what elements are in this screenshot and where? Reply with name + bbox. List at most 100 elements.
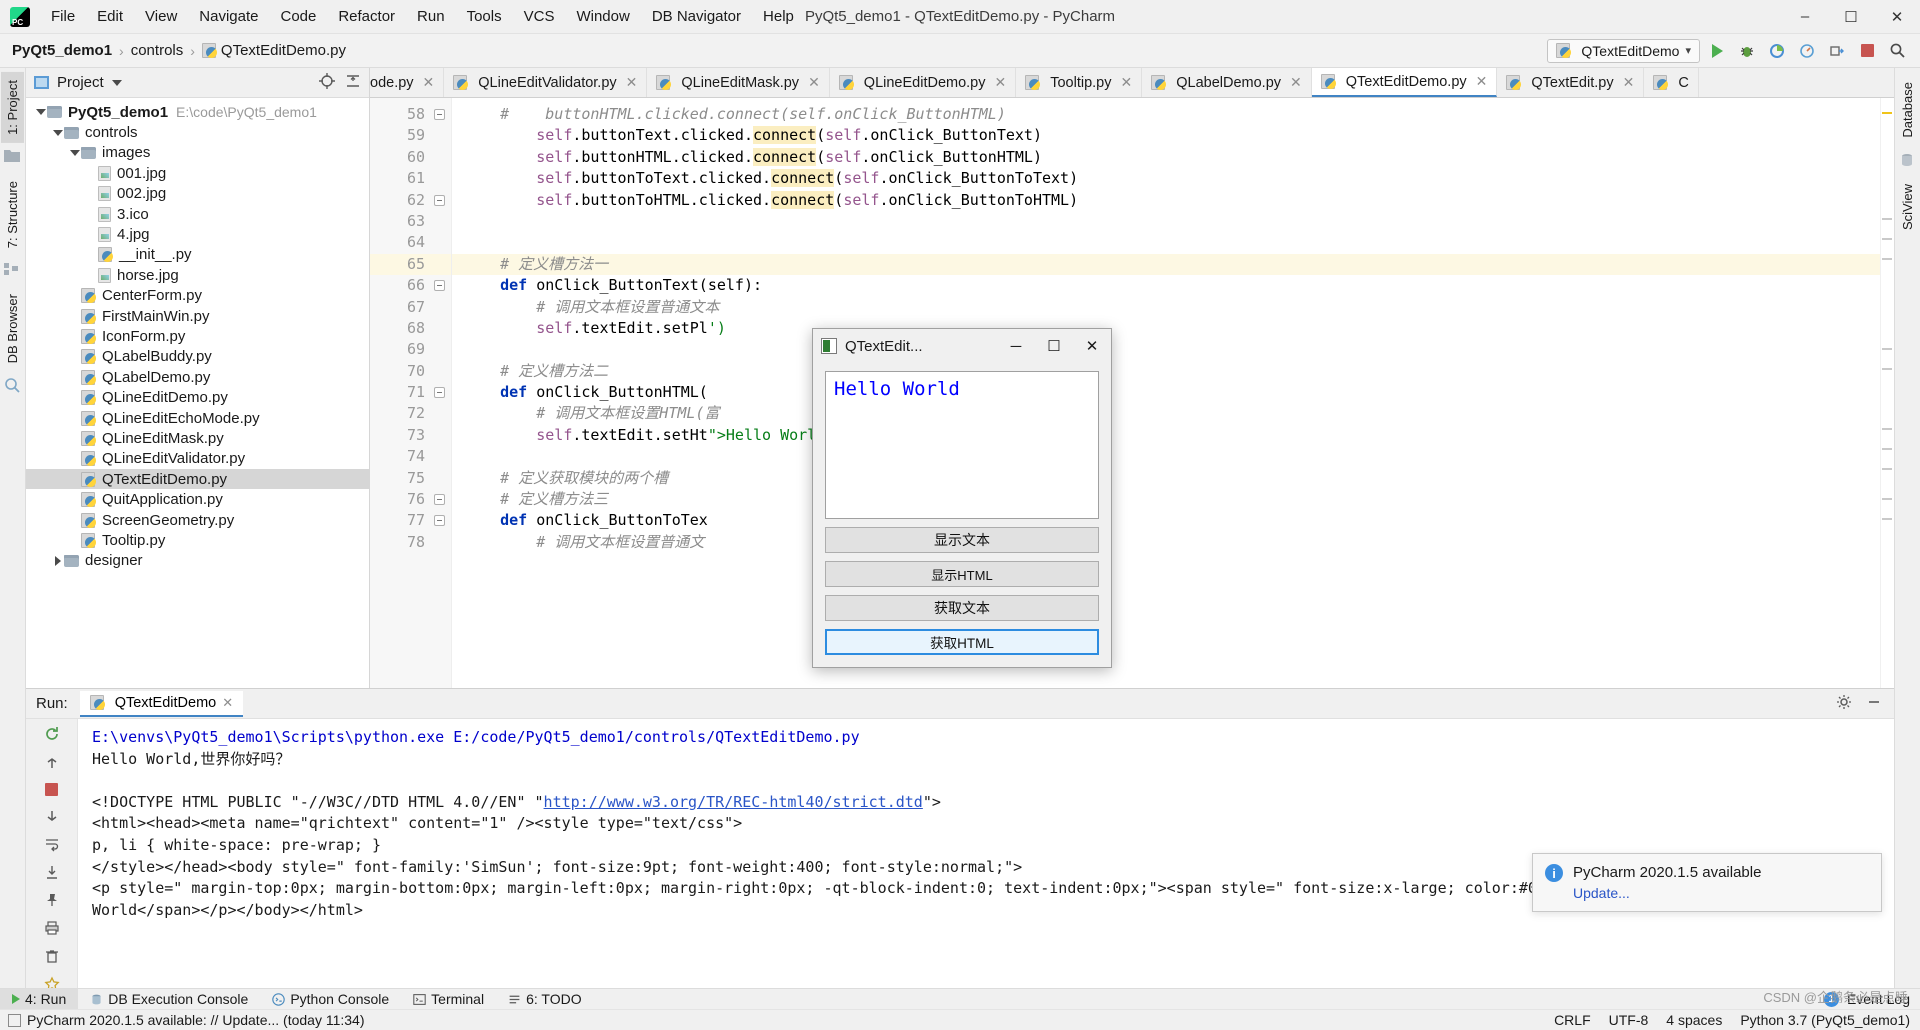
- code-line[interactable]: [452, 232, 1880, 253]
- code-fold-icon[interactable]: [434, 494, 445, 506]
- tree-item-horse-jpg[interactable]: horse.jpg: [26, 265, 369, 285]
- scroll-down-icon[interactable]: [41, 808, 63, 824]
- line-number[interactable]: 61: [370, 168, 451, 189]
- project-view-chevron-down-icon[interactable]: [111, 79, 122, 86]
- debug-button[interactable]: [1734, 38, 1760, 64]
- search-everywhere-button[interactable]: [1884, 38, 1910, 64]
- menu-run[interactable]: Run: [406, 4, 456, 29]
- editor-tab-qlabeldemo-py[interactable]: QLabelDemo.py ✕: [1142, 68, 1312, 97]
- editor-tab-qtextedit-py[interactable]: QTextEdit.py ✕: [1497, 68, 1645, 97]
- qtextedit-demo-dialog[interactable]: QTextEdit... ─ ☐ ✕ Hello World 显示文本 显示HT…: [812, 328, 1112, 668]
- code-line[interactable]: # 调用文本框设置普通文本: [452, 297, 1880, 318]
- trash-icon[interactable]: [41, 948, 63, 964]
- collapse-all-icon[interactable]: [345, 73, 361, 93]
- console-url-link[interactable]: http://www.w3.org/TR/REC-html40/strict.d…: [544, 793, 923, 811]
- tree-item-001-jpg[interactable]: 001.jpg: [26, 163, 369, 183]
- code-fold-icon[interactable]: [434, 387, 445, 399]
- soft-wrap-icon[interactable]: [41, 836, 63, 852]
- menu-edit[interactable]: Edit: [86, 4, 134, 29]
- tree-item-controls[interactable]: controls: [26, 122, 369, 142]
- run-hide-icon[interactable]: [1866, 694, 1882, 714]
- tree-item-002-jpg[interactable]: 002.jpg: [26, 184, 369, 204]
- menu-vcs[interactable]: VCS: [513, 4, 566, 29]
- menu-tools[interactable]: Tools: [456, 4, 513, 29]
- code-line[interactable]: self.buttonToHTML.clicked.connect(self.o…: [452, 190, 1880, 211]
- print-icon[interactable]: [41, 920, 63, 936]
- tree-item-qlineeditechomode-py[interactable]: QLineEditEchoMode.py: [26, 408, 369, 428]
- line-number[interactable]: 60: [370, 147, 451, 168]
- code-line[interactable]: # 调用文本框设置普通文: [452, 532, 1880, 553]
- stop-icon[interactable]: [41, 783, 63, 796]
- dialog-get-html-button[interactable]: 获取HTML: [825, 629, 1099, 655]
- close-icon[interactable]: ✕: [1623, 74, 1635, 91]
- rerun-icon[interactable]: [41, 725, 63, 743]
- line-number[interactable]: 74: [370, 446, 451, 467]
- line-number[interactable]: 59: [370, 125, 451, 146]
- tree-item-pyqt5-demo1[interactable]: PyQt5_demo1 E:\code\PyQt5_demo1: [26, 102, 369, 122]
- close-icon[interactable]: ✕: [1476, 73, 1488, 90]
- code-line[interactable]: # 调用文本框设置HTML(富: [452, 403, 1880, 424]
- dialog-get-text-button[interactable]: 获取文本: [825, 595, 1099, 621]
- bottom-tab-python-console[interactable]: Python Console: [260, 989, 401, 1010]
- code-fold-icon[interactable]: [434, 194, 445, 206]
- encoding-indicator[interactable]: UTF-8: [1609, 1012, 1649, 1028]
- tree-item-4-jpg[interactable]: 4.jpg: [26, 224, 369, 244]
- notification-update-link[interactable]: Update...: [1573, 885, 1761, 901]
- close-icon[interactable]: ✕: [1290, 74, 1302, 91]
- dialog-maximize-button[interactable]: ☐: [1035, 329, 1073, 363]
- code-line[interactable]: # 定义槽方法三: [452, 489, 1880, 510]
- editor-tab-qtexteditdemo-py[interactable]: QTextEditDemo.py ✕: [1311, 68, 1498, 97]
- editor-tab-strip[interactable]: ode.py ✕ QLineEditValidator.py ✕ QLineEditMa…: [370, 68, 1894, 98]
- tree-item-quitapplication-py[interactable]: QuitApplication.py: [26, 489, 369, 509]
- code-line[interactable]: self.buttonText.clicked.connect(self.onC…: [452, 125, 1880, 146]
- tree-item-qlineeditmask-py[interactable]: QLineEditMask.py: [26, 428, 369, 448]
- menu-window[interactable]: Window: [565, 4, 640, 29]
- close-icon[interactable]: ✕: [1121, 74, 1133, 91]
- editor-tab-ode-py[interactable]: ode.py ✕: [370, 68, 445, 97]
- code-line[interactable]: self.textEdit.setPl'): [452, 318, 1880, 339]
- code-line[interactable]: # 定义槽方法二: [452, 361, 1880, 382]
- run-configuration-selector[interactable]: QTextEditDemo ▾: [1547, 38, 1700, 63]
- bottom-tab-run[interactable]: 4: Run: [0, 988, 79, 1010]
- line-number[interactable]: 67: [370, 297, 451, 318]
- run-button[interactable]: [1704, 38, 1730, 64]
- tree-item-qtexteditdemo-py[interactable]: QTextEditDemo.py: [26, 469, 369, 490]
- run-tab-qtexteditdemo[interactable]: QTextEditDemo ✕: [79, 690, 244, 717]
- tree-item-tooltip-py[interactable]: Tooltip.py: [26, 530, 369, 550]
- menu-navigate[interactable]: Navigate: [188, 4, 269, 29]
- chevron-right-icon[interactable]: [51, 555, 64, 566]
- editor-tab-qlineeditmask-py[interactable]: QLineEditMask.py ✕: [647, 68, 830, 97]
- line-number[interactable]: 69: [370, 339, 451, 360]
- menu-file[interactable]: File: [40, 4, 86, 29]
- close-icon[interactable]: ✕: [423, 74, 435, 91]
- tool-tab-project[interactable]: 1: Project: [1, 72, 24, 143]
- line-number[interactable]: 63: [370, 211, 451, 232]
- code-line[interactable]: [452, 446, 1880, 467]
- code-line[interactable]: self.textEdit.setHt">Hello World</font>'…: [452, 425, 1880, 446]
- code-line[interactable]: [452, 211, 1880, 232]
- code-fold-icon[interactable]: [434, 280, 445, 292]
- code-line[interactable]: # 定义获取模块的两个槽: [452, 468, 1880, 489]
- pin-icon[interactable]: [41, 892, 63, 908]
- chevron-down-icon[interactable]: [68, 149, 81, 156]
- attach-button[interactable]: [1824, 38, 1850, 64]
- close-icon[interactable]: ✕: [995, 74, 1007, 91]
- menu-db-navigator[interactable]: DB Navigator: [641, 4, 752, 29]
- profile-button[interactable]: [1794, 38, 1820, 64]
- tool-tab-db-browser[interactable]: DB Browser: [1, 286, 24, 371]
- chevron-down-icon[interactable]: [51, 129, 64, 136]
- menu-view[interactable]: View: [134, 4, 188, 29]
- tree-item-qlineeditvalidator-py[interactable]: QLineEditValidator.py: [26, 449, 369, 469]
- menu-refactor[interactable]: Refactor: [327, 4, 406, 29]
- code-line[interactable]: def onClick_ButtonHTML(: [452, 382, 1880, 403]
- line-number[interactable]: 75: [370, 468, 451, 489]
- chevron-down-icon[interactable]: [34, 109, 47, 116]
- dialog-text-edit[interactable]: Hello World: [825, 371, 1099, 519]
- tree-item-qlineeditdemo-py[interactable]: QLineEditDemo.py: [26, 387, 369, 407]
- coverage-button[interactable]: [1764, 38, 1790, 64]
- line-number[interactable]: 73: [370, 425, 451, 446]
- line-number[interactable]: 66: [370, 275, 451, 296]
- run-settings-gear-icon[interactable]: [1836, 694, 1852, 714]
- bottom-tab-todo[interactable]: 6: TODO: [496, 989, 594, 1010]
- line-number[interactable]: 71: [370, 382, 451, 403]
